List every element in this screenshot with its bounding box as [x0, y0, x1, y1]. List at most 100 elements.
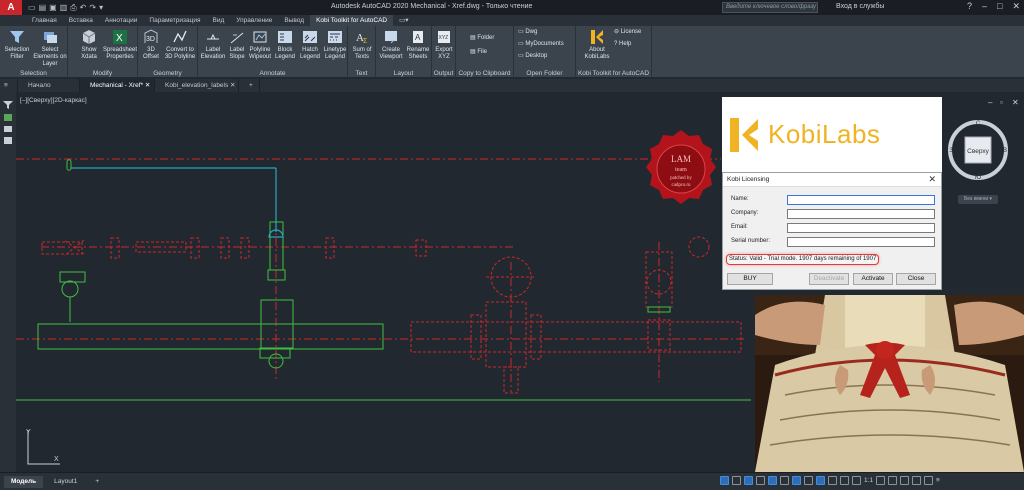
- kobilabs-logo-icon: [591, 30, 603, 44]
- viewcube[interactable]: Сверху С В Ю З: [948, 120, 1008, 180]
- selection-filter-button[interactable]: Selection Filter: [2, 29, 32, 61]
- workspace-icon[interactable]: [876, 476, 886, 485]
- close-tab-icon[interactable]: ✕: [143, 82, 150, 89]
- selection-cycling-icon[interactable]: [816, 476, 825, 485]
- grid-toggle-icon[interactable]: [720, 476, 729, 485]
- tab-model[interactable]: Модель: [4, 475, 44, 488]
- print-icon[interactable]: ⎙: [70, 3, 76, 13]
- tab-view[interactable]: Вид: [207, 15, 231, 26]
- convert-3d-polyline-button[interactable]: Convert to 3D Polyline: [162, 29, 198, 61]
- open-mydocuments-button[interactable]: ▭ MyDocuments: [518, 41, 574, 48]
- tool-palette-icons[interactable]: [0, 92, 16, 152]
- tab-manage[interactable]: Управление: [230, 15, 278, 26]
- panel-open-folder: ▭ Dwg ▭ MyDocuments ▭ Desktop Open Folde…: [514, 26, 576, 78]
- saveas-icon[interactable]: ▥: [60, 3, 68, 13]
- doc-tab-start[interactable]: Начало: [18, 79, 80, 92]
- excel-icon: X: [113, 30, 127, 44]
- search-input[interactable]: Введите ключевое слово/фразу: [722, 2, 818, 13]
- doc-tab-mechanical-xref[interactable]: Mechanical - Xref* ✕: [80, 79, 155, 92]
- deactivate-button[interactable]: Deactivate: [809, 273, 849, 285]
- copy-file-button[interactable]: ▤ File: [470, 49, 510, 56]
- close-icon[interactable]: ✕: [1012, 1, 1020, 12]
- autocad-app-icon[interactable]: A: [0, 0, 22, 15]
- tab-annotate[interactable]: Аннотации: [99, 15, 144, 26]
- linetype-legend-button[interactable]: Linetype Legend: [322, 29, 348, 61]
- annotation-scale[interactable]: 1:1: [864, 477, 873, 484]
- open-icon[interactable]: ▤: [39, 3, 47, 13]
- isolate-objects-icon[interactable]: [900, 476, 910, 485]
- hardware-acceleration-icon[interactable]: [912, 476, 922, 485]
- company-field[interactable]: [787, 209, 935, 219]
- units-icon[interactable]: [888, 476, 898, 485]
- serial-number-field[interactable]: [787, 237, 935, 247]
- share-icon[interactable]: ▾: [99, 3, 103, 13]
- help-icon[interactable]: ?: [967, 1, 972, 12]
- label-slope-button[interactable]: Label Slope: [226, 29, 248, 61]
- export-xyz-button[interactable]: XYZ Export XYZ: [432, 29, 456, 61]
- autoscale-icon[interactable]: [852, 476, 861, 485]
- email-field[interactable]: [787, 223, 935, 233]
- 3d-offset-button[interactable]: 3D 3D Offset: [140, 29, 162, 61]
- lineweight-toggle-icon[interactable]: [792, 476, 801, 485]
- annotation-visibility-icon[interactable]: [840, 476, 849, 485]
- ortho-toggle-icon[interactable]: [744, 476, 753, 485]
- 3d-osnap-icon[interactable]: [828, 476, 837, 485]
- kobilabs-logo-text: KobiLabs: [768, 119, 881, 149]
- viewport-restore-icon[interactable]: ▫: [1000, 98, 1003, 107]
- new-icon[interactable]: ▭: [28, 3, 36, 13]
- clean-screen-icon[interactable]: [924, 476, 934, 485]
- snap-toggle-icon[interactable]: [732, 476, 741, 485]
- signin-link[interactable]: Вход в службы: [836, 3, 884, 10]
- polyline-wipeout-button[interactable]: Polyline Wipeout: [248, 29, 272, 61]
- select-elements-on-layer-button[interactable]: Select Elements on Layer: [32, 29, 68, 68]
- sum-of-texts-button[interactable]: AΣ Sum of Texts: [350, 29, 374, 61]
- add-layout-icon[interactable]: +: [88, 476, 106, 488]
- polar-toggle-icon[interactable]: [756, 476, 765, 485]
- save-icon[interactable]: ▣: [49, 3, 57, 13]
- osnap-toggle-icon[interactable]: [768, 476, 777, 485]
- viewport-minimize-icon[interactable]: –: [988, 98, 992, 107]
- create-viewport-button[interactable]: Create Viewport: [377, 29, 405, 61]
- undo-icon[interactable]: ↶: [80, 3, 87, 13]
- activate-button[interactable]: Activate: [853, 273, 893, 285]
- copy-folder-button[interactable]: ▤ Folder: [470, 35, 510, 42]
- tab-output[interactable]: Вывод: [278, 15, 310, 26]
- license-button[interactable]: ⊖ License: [614, 29, 650, 36]
- buy-button[interactable]: BUY: [727, 273, 773, 285]
- file-tabs-menu-icon[interactable]: ≡: [0, 79, 18, 92]
- doc-tab-kobi-elevation[interactable]: Kobi_elevation_labels ✕: [155, 79, 239, 92]
- serial-label: Serial number:: [731, 238, 771, 244]
- hatch-legend-button[interactable]: Hatch Legend: [298, 29, 322, 61]
- tab-home[interactable]: Главная: [26, 15, 63, 26]
- wcs-menu[interactable]: Без имени ▾: [958, 195, 998, 204]
- tab-kobi-toolkit[interactable]: Kobi Toolkit for AutoCAD: [310, 15, 394, 26]
- tab-insert[interactable]: Вставка: [63, 15, 99, 26]
- help-button[interactable]: ? Help: [614, 41, 650, 48]
- minimize-icon[interactable]: –: [982, 1, 987, 12]
- transparency-toggle-icon[interactable]: [804, 476, 813, 485]
- spreadsheet-properties-button[interactable]: X Spreadsheet Properties: [102, 29, 138, 61]
- tab-layout1[interactable]: Layout1: [47, 476, 84, 488]
- tab-parametric[interactable]: Параметризация: [143, 15, 206, 26]
- viewport-close-icon[interactable]: ✕: [1012, 98, 1019, 107]
- customization-menu-icon[interactable]: ≡: [936, 477, 940, 484]
- show-xdata-button[interactable]: Show Xdata: [78, 29, 100, 61]
- maximize-icon[interactable]: □: [997, 1, 1002, 12]
- viewport-controls-label[interactable]: [–][Сверху][2D-каркас]: [20, 97, 87, 104]
- open-dwg-folder-button[interactable]: ▭ Dwg: [518, 29, 574, 36]
- new-tab-icon[interactable]: +: [239, 79, 260, 92]
- about-kobilabs-button[interactable]: About KobiLabs: [582, 29, 612, 61]
- close-tab-icon[interactable]: ✕: [228, 82, 235, 89]
- label-elevation-button[interactable]: Label Elevation: [200, 29, 226, 61]
- dialog-close-icon[interactable]: ✕: [928, 174, 936, 185]
- open-desktop-button[interactable]: ▭ Desktop: [518, 53, 574, 60]
- ribbon-options-icon[interactable]: ▭▾: [393, 15, 414, 26]
- redo-icon[interactable]: ↷: [89, 3, 96, 13]
- close-button[interactable]: Close: [896, 273, 936, 285]
- block-legend-button[interactable]: Block Legend: [272, 29, 298, 61]
- quick-access-toolbar: ▭ ▤ ▣ ▥ ⎙ ↶ ↷ ▾: [28, 3, 103, 13]
- otrack-toggle-icon[interactable]: [780, 476, 789, 485]
- rename-sheets-button[interactable]: A Rename Sheets: [405, 29, 431, 61]
- status-bar: Модель Layout1 + 1:1 ≡: [0, 472, 1024, 490]
- name-field[interactable]: [787, 195, 935, 205]
